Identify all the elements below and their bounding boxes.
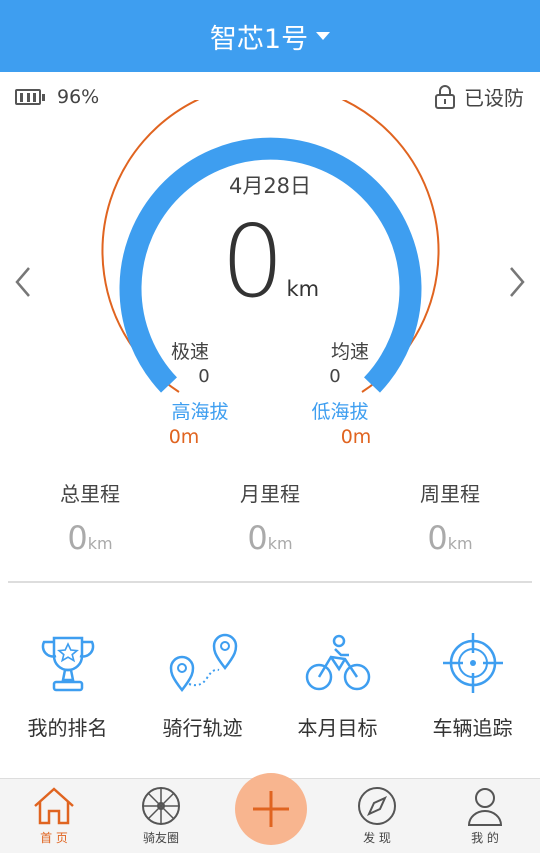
total-mileage-value: 0 [67, 519, 88, 557]
feature-ranking-label: 我的排名 [27, 716, 108, 740]
feature-track[interactable]: 骑行轨迹 [135, 630, 270, 741]
compass-icon [358, 787, 396, 825]
bicycle-icon [305, 634, 370, 691]
distance-readout: 0km [0, 212, 540, 312]
avg-speed-label: 均速 [330, 341, 369, 363]
avg-speed-value: 0 [329, 366, 341, 387]
tab-discover[interactable]: 发 现 [337, 783, 417, 846]
divider [8, 581, 532, 583]
page-title: 智芯1号 [209, 23, 309, 55]
distance-value: 0 [220, 203, 285, 320]
plus-icon [253, 791, 289, 827]
tab-discover-label: 发 现 [363, 831, 391, 845]
max-speed-label: 极速 [170, 341, 209, 363]
previous-day-arrow-icon[interactable] [14, 265, 32, 299]
week-mileage-unit: km [447, 534, 473, 553]
tab-home[interactable]: 首 页 [14, 783, 94, 846]
next-day-arrow-icon[interactable] [508, 265, 526, 299]
tab-me[interactable]: 我 的 [445, 783, 525, 846]
week-mileage-value: 0 [427, 519, 448, 557]
device-selector[interactable]: 智芯1号 [0, 0, 540, 72]
tab-home-label: 首 页 [40, 831, 68, 845]
wheel-icon [142, 787, 180, 825]
total-mileage-unit: km [87, 534, 113, 553]
month-mileage-value: 0 [247, 519, 268, 557]
tab-riders-circle[interactable]: 骑友圈 [121, 783, 201, 846]
tab-riders-circle-label: 骑友圈 [142, 831, 179, 845]
home-icon [34, 787, 74, 825]
week-mileage-label: 周里程 [420, 482, 480, 506]
feature-vehicle-tracking-label: 车辆追踪 [432, 716, 513, 740]
chevron-down-icon [316, 32, 331, 40]
feature-grid: 我的排名 骑行轨迹 本月目标 车辆追踪 [0, 630, 540, 741]
distance-unit: km [286, 277, 320, 301]
gauge-date: 4月28日 [228, 174, 312, 198]
low-altitude-label: 低海拔 [311, 401, 369, 423]
feature-monthly-goal-label: 本月目标 [297, 716, 378, 740]
mileage-totals: 总里程 0km 月里程 0km 周里程 0km [0, 478, 540, 557]
month-mileage-label: 月里程 [240, 482, 300, 506]
total-mileage: 总里程 0km [0, 478, 180, 557]
tab-me-label: 我 的 [471, 831, 499, 845]
week-mileage: 周里程 0km [360, 478, 540, 557]
feature-monthly-goal[interactable]: 本月目标 [270, 630, 405, 741]
total-mileage-label: 总里程 [60, 482, 120, 506]
target-icon [442, 633, 503, 693]
feature-ranking[interactable]: 我的排名 [0, 630, 135, 741]
month-mileage: 月里程 0km [180, 478, 360, 557]
month-mileage-unit: km [267, 534, 293, 553]
add-button[interactable] [235, 773, 307, 845]
feature-vehicle-tracking[interactable]: 车辆追踪 [405, 630, 540, 741]
trophy-icon [41, 636, 94, 692]
person-icon [467, 788, 503, 826]
high-altitude-label: 高海拔 [171, 401, 229, 423]
low-altitude-value: 0m [340, 426, 372, 448]
feature-track-label: 骑行轨迹 [162, 716, 243, 740]
route-icon [169, 633, 237, 693]
max-speed-value: 0 [198, 366, 210, 387]
high-altitude-value: 0m [168, 426, 200, 448]
